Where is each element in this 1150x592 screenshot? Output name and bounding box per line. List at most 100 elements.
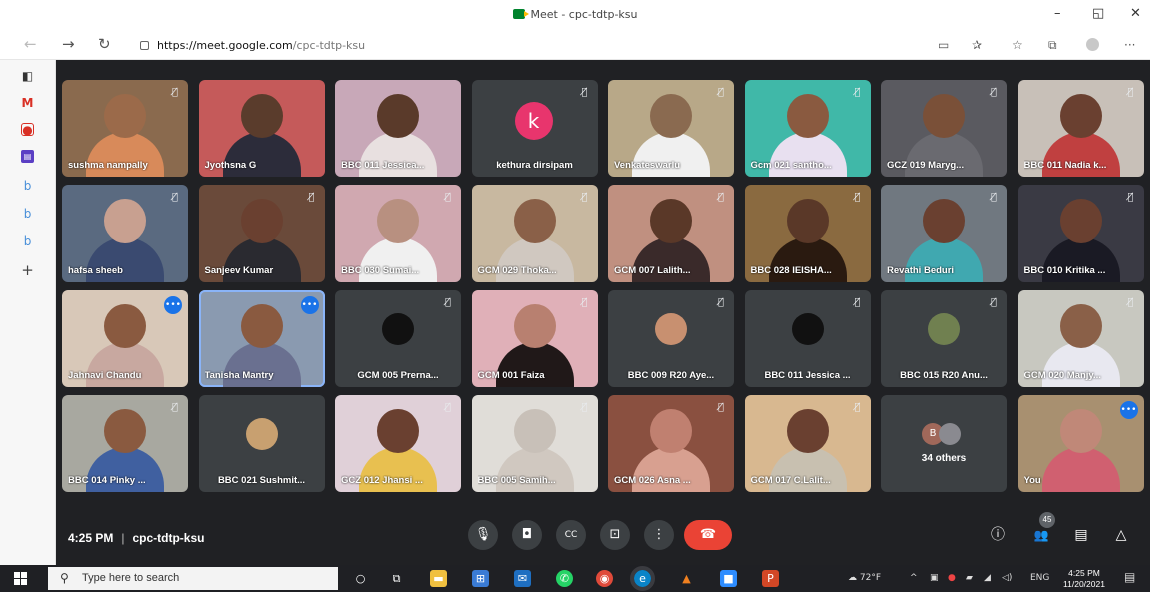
- participant-tile[interactable]: BBC 010 Kritika ... 🎙̸: [1017, 185, 1144, 282]
- participant-video: [1059, 409, 1102, 453]
- powerpoint-icon[interactable]: P: [762, 570, 779, 587]
- wifi-icon[interactable]: ◢: [984, 573, 991, 583]
- present-button[interactable]: ⊡: [600, 520, 630, 550]
- participant-tile[interactable]: BBC 005 Samih... 🎙̸: [471, 395, 598, 492]
- notifications-icon[interactable]: ▤: [1124, 570, 1135, 584]
- read-aloud-icon[interactable]: ✰: [972, 38, 982, 52]
- cortana-icon[interactable]: ○: [352, 570, 369, 587]
- show-hidden-icons[interactable]: ^: [910, 573, 918, 583]
- participant-tile[interactable]: Jahnavi Chandu •••: [62, 290, 188, 387]
- url-field[interactable]: https://meet.google.com/cpc-tdtp-ksu: [130, 36, 920, 56]
- participant-tile[interactable]: k kethura dirsipam 🎙̸: [471, 80, 598, 177]
- participant-tile[interactable]: GCZ 012 Jhansi ... 🎙̸: [335, 395, 461, 492]
- forward-button[interactable]: →: [62, 35, 75, 53]
- participant-tile[interactable]: BBC 028 IEISHA... 🎙̸: [744, 185, 871, 282]
- participant-tile[interactable]: Sanjeev Kumar 🎙̸: [198, 185, 325, 282]
- participant-tile[interactable]: hafsa sheeb 🎙̸: [62, 185, 188, 282]
- bing-icon[interactable]: b: [21, 208, 34, 221]
- volume-icon[interactable]: ◁): [1002, 573, 1012, 583]
- windows-logo-icon: [21, 572, 27, 578]
- speaking-indicator-icon: •••: [164, 296, 182, 314]
- mail-icon[interactable]: ✉: [514, 570, 531, 587]
- participant-tile[interactable]: Tanisha Mantry •••: [198, 290, 325, 387]
- participant-tile[interactable]: GCM 001 Faiza 🎙̸: [471, 290, 598, 387]
- record-icon[interactable]: ●: [21, 123, 34, 137]
- chat-button[interactable]: ▤: [1070, 524, 1092, 546]
- participant-tile[interactable]: Gcm 021 santho... 🎙̸: [744, 80, 871, 177]
- app-icon[interactable]: ▤: [21, 150, 34, 163]
- profile-avatar[interactable]: [1086, 38, 1099, 51]
- participant-tile[interactable]: GCM 007 Lalith... 🎙̸: [608, 185, 734, 282]
- minimize-button[interactable]: –: [1054, 6, 1061, 21]
- close-button[interactable]: ✕: [1130, 6, 1141, 21]
- bing-icon[interactable]: b: [21, 235, 34, 248]
- participant-name: GCM 001 Faiza: [477, 370, 545, 381]
- add-icon[interactable]: +: [21, 263, 34, 278]
- system-clock[interactable]: 4:25 PM 11/20/2021: [1062, 568, 1106, 590]
- participant-tile[interactable]: BBC 014 Pinky ... 🎙̸: [62, 395, 188, 492]
- camera-button[interactable]: ◘: [512, 520, 542, 550]
- participant-tile[interactable]: BBC 015 R20 Anu... 🎙̸: [881, 290, 1007, 387]
- back-button[interactable]: ←: [24, 35, 37, 53]
- participant-video: [377, 199, 419, 243]
- participant-tile[interactable]: BBC 011 Nadia k... 🎙̸: [1017, 80, 1144, 177]
- taskbar-search[interactable]: ⚲ Type here to search: [48, 567, 338, 590]
- windows-logo-icon: [14, 572, 20, 578]
- chrome-icon[interactable]: ◉: [596, 570, 613, 587]
- participant-tile[interactable]: You •••: [1017, 395, 1144, 492]
- whatsapp-icon[interactable]: ✆: [556, 570, 573, 587]
- activities-button[interactable]: △: [1110, 524, 1132, 546]
- bing-icon[interactable]: b: [21, 180, 34, 193]
- participant-tile[interactable]: BBC 011 Jessica...: [335, 80, 461, 177]
- participant-tile[interactable]: GCM 005 Prerna... 🎙̸: [335, 290, 461, 387]
- tray-icon[interactable]: ▣: [930, 573, 939, 583]
- participant-video: [104, 304, 146, 348]
- participant-tile[interactable]: Revathi Beduri 🎙̸: [881, 185, 1007, 282]
- refresh-button[interactable]: ↻: [98, 35, 111, 53]
- gmail-icon[interactable]: M: [21, 97, 34, 110]
- participant-name: GCM 017 C.Lalit...: [750, 475, 831, 486]
- avatar: [245, 418, 278, 450]
- store-icon[interactable]: ⊞: [472, 570, 489, 587]
- edge-icon[interactable]: e: [630, 566, 655, 591]
- collections-icon[interactable]: ⧉: [1048, 38, 1057, 53]
- participant-tile[interactable]: sushma nampally 🎙̸: [62, 80, 188, 177]
- weather-widget[interactable]: ☁ 72°F: [848, 573, 881, 583]
- tab-actions-icon[interactable]: ◧: [21, 70, 34, 83]
- participant-tile[interactable]: BBC 009 R20 Aye... 🎙̸: [608, 290, 734, 387]
- captions-button[interactable]: CC: [556, 520, 586, 550]
- participant-tile[interactable]: Jyothsna G: [198, 80, 325, 177]
- network-icon[interactable]: ▰: [966, 573, 973, 583]
- mic-off-icon: 🎙̸: [717, 192, 724, 203]
- restore-button[interactable]: ◱: [1092, 6, 1104, 21]
- mic-off-icon: 🎙̸: [444, 192, 451, 203]
- participant-tile[interactable]: GCM 029 Thoka... 🎙̸: [471, 185, 598, 282]
- tray-icon[interactable]: ●: [948, 573, 956, 583]
- microphone-button[interactable]: 🎙: [468, 520, 498, 550]
- participant-tile[interactable]: BBC 030 Sumai... 🎙̸: [335, 185, 461, 282]
- vlc-icon[interactable]: ▲: [678, 570, 695, 587]
- more-options-button[interactable]: ⋮: [644, 520, 674, 550]
- participant-tile[interactable]: BBC 021 Sushmit...: [198, 395, 325, 492]
- participant-tile[interactable]: Venkateswarlu 🎙̸: [608, 80, 734, 177]
- participant-tile[interactable]: GCM 020 Manjy... 🎙̸: [1017, 290, 1144, 387]
- participant-tile[interactable]: GCM 017 C.Lalit... 🎙̸: [744, 395, 871, 492]
- camera-permission-icon[interactable]: ▭: [938, 38, 949, 52]
- zoom-icon[interactable]: ■: [720, 570, 737, 587]
- file-explorer-icon[interactable]: ▬: [430, 570, 447, 587]
- leave-call-button[interactable]: ☎: [684, 520, 732, 550]
- participant-tile[interactable]: GCM 026 Asna ... 🎙̸: [608, 395, 734, 492]
- mic-off-icon: 🎙̸: [854, 192, 861, 203]
- settings-more-button[interactable]: ···: [1124, 38, 1135, 52]
- participant-video: [650, 94, 692, 138]
- task-view-icon[interactable]: ⧉: [388, 570, 405, 587]
- mic-off-icon: 🎙̸: [717, 87, 724, 98]
- participant-tile[interactable]: BBC 011 Jessica ... 🎙̸: [744, 290, 871, 387]
- others-tile[interactable]: B 34 others: [881, 395, 1007, 492]
- start-button[interactable]: [14, 572, 27, 585]
- participant-tile[interactable]: GCZ 019 Maryg... 🎙̸: [881, 80, 1007, 177]
- favorites-icon[interactable]: ☆: [1012, 38, 1023, 52]
- participant-name: BBC 011 Jessica ...: [764, 370, 851, 381]
- meeting-info-button[interactable]: ⓘ: [987, 524, 1009, 546]
- language-indicator[interactable]: ENG: [1030, 573, 1049, 583]
